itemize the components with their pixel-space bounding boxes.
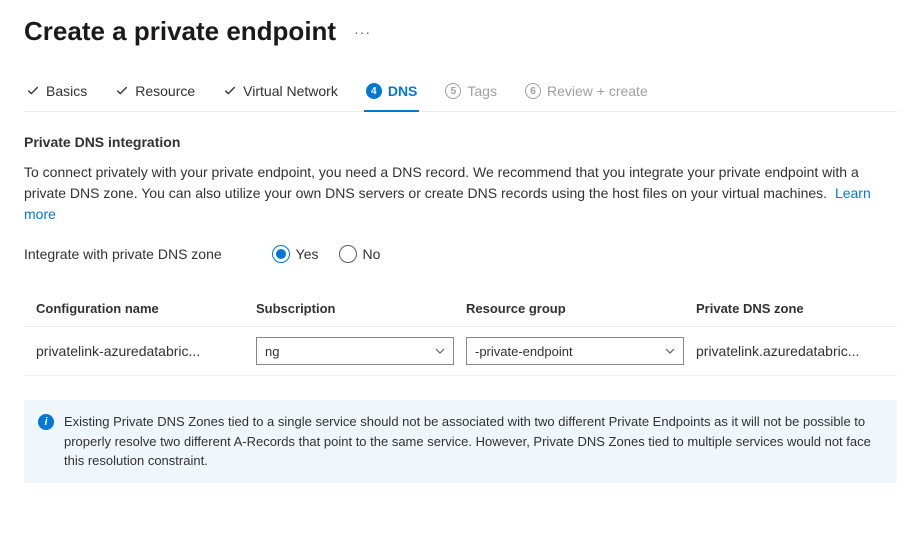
dns-config-table: Configuration name Subscription Resource… [24, 291, 897, 376]
integrate-radio-group: Yes No [272, 245, 381, 263]
tab-label: Tags [467, 83, 497, 99]
radio-label: No [363, 246, 381, 262]
check-icon [26, 84, 40, 98]
radio-no[interactable]: No [339, 245, 381, 263]
step-number-icon: 4 [366, 83, 382, 99]
step-number-icon: 6 [525, 83, 541, 99]
section-title-dns-integration: Private DNS integration [24, 134, 897, 150]
info-icon: i [38, 414, 54, 430]
check-icon [223, 84, 237, 98]
tab-label: DNS [388, 83, 418, 99]
subscription-select[interactable]: ng [256, 337, 454, 365]
step-number-icon: 5 [445, 83, 461, 99]
tab-virtual-network[interactable]: Virtual Network [221, 75, 340, 111]
radio-icon [272, 245, 290, 263]
col-header-subscription: Subscription [256, 301, 466, 316]
cell-dns-zone: privatelink.azuredatabric... [696, 343, 885, 359]
wizard-tabs: Basics Resource Virtual Network 4 DNS 5 … [24, 75, 897, 112]
chevron-down-icon [435, 344, 445, 359]
tab-resource[interactable]: Resource [113, 75, 197, 111]
cell-config-name: privatelink-azuredatabric... [36, 343, 256, 359]
table-row: privatelink-azuredatabric... ng -private… [24, 327, 897, 376]
tab-label: Basics [46, 83, 87, 99]
check-icon [115, 84, 129, 98]
dns-description-text: To connect privately with your private e… [24, 164, 859, 201]
dns-description: To connect privately with your private e… [24, 162, 884, 225]
tab-label: Virtual Network [243, 83, 338, 99]
tab-tags[interactable]: 5 Tags [443, 75, 499, 111]
info-text: Existing Private DNS Zones tied to a sin… [64, 412, 883, 471]
integrate-label: Integrate with private DNS zone [24, 246, 222, 262]
col-header-zone: Private DNS zone [696, 301, 885, 316]
radio-yes[interactable]: Yes [272, 245, 319, 263]
more-icon[interactable]: ··· [354, 24, 371, 40]
table-header: Configuration name Subscription Resource… [24, 291, 897, 327]
radio-label: Yes [296, 246, 319, 262]
tab-dns[interactable]: 4 DNS [364, 75, 420, 111]
tab-basics[interactable]: Basics [24, 75, 89, 111]
col-header-config-name: Configuration name [36, 301, 256, 316]
page-title: Create a private endpoint [24, 16, 336, 47]
tab-review-create[interactable]: 6 Review + create [523, 75, 650, 111]
radio-icon [339, 245, 357, 263]
col-header-resource-group: Resource group [466, 301, 696, 316]
select-value: ng [265, 344, 279, 359]
tab-label: Resource [135, 83, 195, 99]
tab-label: Review + create [547, 83, 648, 99]
resource-group-select[interactable]: -private-endpoint [466, 337, 684, 365]
chevron-down-icon [665, 344, 675, 359]
select-value: -private-endpoint [475, 344, 573, 359]
info-callout: i Existing Private DNS Zones tied to a s… [24, 400, 897, 483]
